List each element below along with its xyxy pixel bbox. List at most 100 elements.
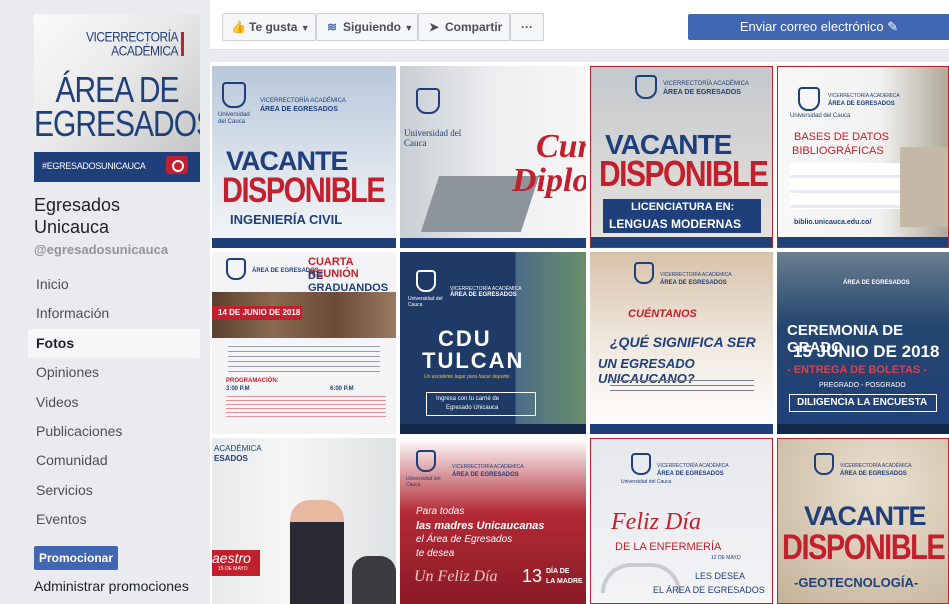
- photo-subtitle: -GEOTECNOLOGÍA-: [794, 575, 919, 590]
- photo-footer-strip: [778, 237, 948, 247]
- photo-header-line-2: ÁREA DE EGRESADOS: [657, 471, 724, 477]
- photo-ceremonia-de-grado[interactable]: ÁREA DE EGRESADOS CEREMONIA DE GRADO 15 …: [777, 252, 949, 434]
- photo-header-line-2: ÁREA DE EGRESADOS: [452, 472, 519, 478]
- photo-footer-strip: [212, 238, 396, 248]
- nav-item-servicios[interactable]: Servicios: [28, 476, 200, 505]
- manage-promotions-link[interactable]: Administrar promociones: [34, 578, 189, 594]
- photo-cdu-tulcan[interactable]: Universidad del Cauca VICERRECTORÍA ACAD…: [400, 252, 586, 434]
- nav-item-publicaciones[interactable]: Publicaciones: [28, 417, 200, 446]
- photo-kicker: CUÉNTANOS: [628, 308, 697, 320]
- photo-header-line-1: VICERRECTORÍA ACADÉMICA: [840, 463, 912, 469]
- photo-vacante-geotecnologia[interactable]: VICERRECTORÍA ACADÉMICA ÁREA DE EGRESADO…: [777, 438, 949, 604]
- photo-header-line-1: VICERRECTORÍA ACADÉMICA: [660, 272, 732, 278]
- photo-title-1: VACANTE: [804, 501, 927, 531]
- photo-title-2: TULCAN: [422, 348, 525, 373]
- page-username[interactable]: @egresadosunicauca: [34, 242, 168, 257]
- photo-org-label: Universidad del Cauca: [404, 128, 462, 148]
- nav-item-comunidad[interactable]: Comunidad: [28, 446, 200, 475]
- photo-title-1: ¿QUÉ SIGNIFICA SER: [610, 334, 756, 350]
- hands-keyboard-image: [900, 147, 948, 227]
- photo-subtitle-1: LICENCIATURA EN:: [631, 201, 735, 213]
- university-logo: [416, 88, 440, 114]
- nav-item-informacion[interactable]: Información: [28, 299, 200, 328]
- photo-org-label: Universidad del Cauca: [218, 112, 250, 125]
- photo-bases-de-datos[interactable]: VICERRECTORÍA ACADÉMICA ÁREA DE EGRESADO…: [777, 66, 949, 248]
- nav-item-opiniones[interactable]: Opiniones: [28, 358, 200, 387]
- university-logo: [631, 453, 651, 475]
- pencil-icon: ✎: [887, 19, 899, 34]
- university-logo: [814, 453, 834, 475]
- photo-org-label: Universidad del Cauca: [621, 479, 672, 485]
- share-arrow-icon: ➤: [428, 20, 440, 34]
- photo-line-1: Para todas: [416, 506, 465, 517]
- photo-title: Un Feliz Día: [414, 568, 498, 585]
- photo-footer-strip: [591, 237, 772, 247]
- photo-grid: Universidad del Cauca VICERRECTORÍA ACAD…: [210, 62, 949, 604]
- nav-item-fotos[interactable]: Fotos: [28, 328, 200, 359]
- photo-vacante-ingenieria-civil[interactable]: Universidad del Cauca VICERRECTORÍA ACAD…: [212, 66, 396, 248]
- university-logo: [416, 270, 436, 292]
- time-2: 6:00 P.M: [330, 386, 354, 392]
- university-logo: [222, 82, 246, 108]
- photo-dia-de-la-enfermeria[interactable]: Universidad del Cauca VICERRECTORÍA ACAD…: [590, 438, 773, 604]
- camera-icon[interactable]: [166, 156, 188, 174]
- following-button[interactable]: ≋ Siguiendo ▼: [316, 13, 418, 41]
- share-button[interactable]: ➤ Compartir: [418, 13, 510, 41]
- like-button[interactable]: 👍 Te gusta ▼: [222, 13, 316, 41]
- university-logo: [416, 450, 436, 472]
- date-line-2: LA MADRE: [546, 578, 583, 585]
- photo-footer-url: biblio.unicauca.edu.co/: [794, 219, 872, 226]
- photo-curso-diplomado[interactable]: Universidad del Cauca Cur Diplo: [400, 66, 586, 248]
- photo-footer-1: Ingresa con tu carné de: [436, 396, 500, 402]
- body-text-block: [610, 380, 754, 392]
- database-logos: [790, 163, 900, 209]
- photo-header-line-1: VICERRECTORÍA ACADÉMICA: [828, 93, 900, 99]
- photo-header-line-2: ÁREA DE EGRESADOS: [828, 101, 895, 107]
- promote-button[interactable]: Promocionar: [34, 546, 118, 570]
- nav-item-videos[interactable]: Videos: [28, 388, 200, 417]
- photo-title-2: DISPONIBLE: [782, 529, 946, 568]
- photo-line-4: te desea: [416, 548, 455, 559]
- photo-date: 12 DE MAYO: [711, 555, 741, 561]
- photo-footer-strip: [400, 424, 586, 434]
- photo-subtitle: - ENTREGA DE BOLETAS -: [787, 364, 927, 376]
- photo-vacante-lenguas-modernas[interactable]: VICERRECTORÍA ACADÉMICA ÁREA DE EGRESADO…: [590, 66, 773, 248]
- page-profile-picture[interactable]: VICERRECTORÍA ACADÉMICA ÁREA DE EGRESADO…: [34, 14, 200, 182]
- nav-item-eventos[interactable]: Eventos: [28, 505, 200, 534]
- thumbs-up-icon: 👍: [231, 20, 246, 34]
- photo-title-2: DE GRADUANDOS: [308, 270, 389, 294]
- photo-title-2: DISPONIBLE: [599, 155, 769, 195]
- photo-middle-line: PREGRADO - POSGRADO: [819, 382, 906, 389]
- photo-title-1: Cur: [536, 128, 586, 165]
- date-line-1: DÍA DE: [546, 568, 570, 575]
- photo-subtitle: INGENIERÍA CIVIL: [230, 212, 343, 227]
- university-logo: [635, 75, 657, 99]
- photo-header: ÁREA DE EGRESADOS: [843, 280, 910, 286]
- university-logo: [226, 258, 246, 280]
- send-email-button[interactable]: Enviar correo electrónico ✎: [688, 14, 949, 40]
- university-logo: [634, 262, 654, 284]
- photo-cuarta-reunion-graduandos[interactable]: ÁREA DE EGRESADOS CUARTA REUNIÓN DE GRAD…: [212, 252, 396, 434]
- date-number: 13: [522, 566, 543, 586]
- rss-icon: ≋: [326, 20, 338, 34]
- photo-footer-strip: [400, 238, 586, 248]
- time-1: 3:00 P.M: [226, 386, 250, 392]
- nav-item-inicio[interactable]: Inicio: [28, 270, 200, 299]
- page-name[interactable]: Egresados Unicauca: [34, 194, 194, 238]
- more-options-button[interactable]: ···: [510, 13, 544, 41]
- photo-subtitle: 15 DE MAYO: [218, 566, 248, 572]
- photo-dia-de-la-madre[interactable]: Universidad del Cauca VICERRECTORÍA ACAD…: [400, 438, 586, 604]
- photo-que-significa-ser-egresado[interactable]: VICERRECTORÍA ACADÉMICA ÁREA DE EGRESADO…: [590, 252, 773, 434]
- photo-dia-del-maestro[interactable]: ACADÉMICA ESADOS aestro 15 DE MAYO: [212, 438, 396, 604]
- photo-org-label: Universidad del Cauca: [408, 296, 443, 308]
- photo-org-label: Universidad del Cauca: [406, 476, 441, 488]
- photo-title-2: DISPONIBLE: [222, 172, 386, 211]
- photo-footer-strip: [590, 424, 773, 434]
- photo-header-line-2: ÁREA DE EGRESADOS: [663, 89, 741, 96]
- photo-header-line-2: ESADOS: [214, 454, 248, 463]
- photo-line-2: las madres Unicaucanas: [416, 520, 545, 532]
- photo-header-line-2: ÁREA DE EGRESADOS: [660, 280, 727, 286]
- photo-footer-2: EL ÁREA DE EGRESADOS: [653, 585, 765, 595]
- photo-header-line-2: ÁREA DE EGRESADOS: [450, 292, 517, 298]
- photo-title-1: BASES DE DATOS: [794, 131, 889, 143]
